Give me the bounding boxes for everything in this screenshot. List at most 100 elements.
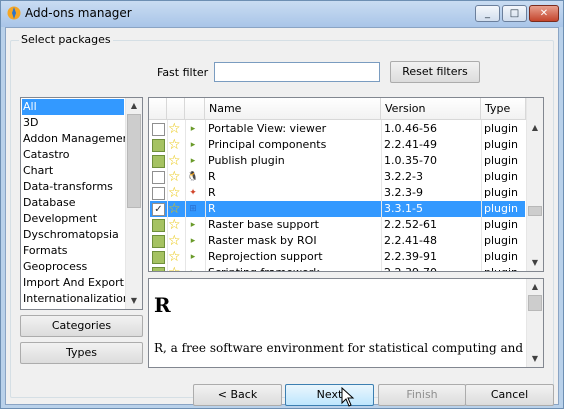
back-button[interactable]: < Back xyxy=(193,384,282,406)
category-item[interactable]: Geoprocess xyxy=(22,259,124,275)
cell-type: plugin xyxy=(484,186,519,199)
types-button[interactable]: Types xyxy=(20,342,143,364)
package-description: R R, a free software environment for sta… xyxy=(148,278,544,368)
fast-filter-input[interactable] xyxy=(214,62,380,82)
column-gridline xyxy=(205,120,206,271)
table-row[interactable]: ☆ ▸ Scripting framework2.2.39-70plugin xyxy=(150,265,527,271)
category-item[interactable]: Import And Export xyxy=(22,275,124,291)
cell-version: 3.2.3-9 xyxy=(384,186,423,199)
scroll-down-icon[interactable]: ▼ xyxy=(126,293,142,309)
package-checkbox[interactable] xyxy=(152,155,165,168)
reset-filters-button[interactable]: Reset filters xyxy=(390,61,480,83)
cancel-button[interactable]: Cancel xyxy=(465,384,554,406)
package-checkbox[interactable] xyxy=(152,219,165,232)
cell-version: 2.2.52-61 xyxy=(384,218,437,231)
description-scrollbar[interactable]: ▲ ▼ xyxy=(526,279,543,367)
status-column-header[interactable] xyxy=(185,98,205,120)
column-gridline xyxy=(167,120,168,271)
description-text: R, a free software environment for stati… xyxy=(154,341,524,355)
category-item[interactable]: All xyxy=(22,99,124,115)
column-gridline xyxy=(481,120,482,271)
mouse-cursor-icon xyxy=(341,387,355,407)
package-checkbox[interactable]: ✓ xyxy=(152,203,165,216)
plugin-status-icon: ▸ xyxy=(190,252,196,262)
scroll-down-icon[interactable]: ▼ xyxy=(527,255,543,271)
cell-type: plugin xyxy=(484,250,519,263)
scroll-down-icon[interactable]: ▼ xyxy=(527,351,543,367)
scroll-thumb[interactable] xyxy=(528,295,542,311)
cell-name: Raster mask by ROI xyxy=(208,234,317,247)
table-row[interactable]: ☆ ▸ Reprojection support 2.2.39-91 plugin xyxy=(150,249,525,265)
maximize-button[interactable]: □ xyxy=(502,5,527,22)
title-bar[interactable]: Add-ons manager _ □ ✕ xyxy=(1,1,563,27)
category-item[interactable]: Development xyxy=(22,211,124,227)
cell-name: R xyxy=(208,202,216,215)
description-title: R xyxy=(154,293,171,317)
cell-version: 3.2.2-3 xyxy=(384,170,423,183)
cell-version: 2.2.41-49 xyxy=(384,138,437,151)
checkbox-column-header[interactable] xyxy=(149,98,167,120)
category-item[interactable]: Data-transforms xyxy=(22,179,124,195)
package-checkbox[interactable] xyxy=(152,187,165,200)
cell-type: plugin xyxy=(484,218,519,231)
category-item[interactable]: Database xyxy=(22,195,124,211)
package-checkbox[interactable] xyxy=(152,235,165,248)
column-gridline xyxy=(381,120,382,271)
cell-name: Portable View: viewer xyxy=(208,122,327,135)
table-row[interactable]: ✓ ☆ ⊞ R 3.3.1-5 plugin xyxy=(150,201,525,217)
app-icon xyxy=(7,6,21,20)
category-item[interactable]: Catastro xyxy=(22,147,124,163)
scroll-up-icon[interactable]: ▲ xyxy=(527,120,543,136)
category-item[interactable]: Dyschromatopsia xyxy=(22,227,124,243)
cell-version: 2.2.39-70 xyxy=(382,265,482,271)
table-row[interactable]: ☆ ▸ Publish plugin 1.0.35-70 plugin xyxy=(150,153,525,169)
packages-table[interactable]: Name Version Type ☆ ▸ Portable View: viewe… xyxy=(148,97,544,272)
cell-name: R xyxy=(208,186,216,199)
scroll-thumb[interactable] xyxy=(528,206,542,216)
categories-scrollbar[interactable]: ▲ ▼ xyxy=(125,98,142,309)
table-row[interactable]: ☆ ▸ Raster mask by ROI 2.2.41-48 plugin xyxy=(150,233,525,249)
scroll-thumb[interactable] xyxy=(127,114,141,208)
plugin-status-icon: ▸ xyxy=(190,236,196,246)
star-icon: ☆ xyxy=(168,233,181,249)
version-column-header[interactable]: Version xyxy=(381,98,481,120)
cell-name: Publish plugin xyxy=(208,154,285,167)
close-button[interactable]: ✕ xyxy=(529,5,559,22)
star-icon: ☆ xyxy=(168,185,181,201)
package-checkbox[interactable] xyxy=(152,171,165,184)
cell-type: plugin xyxy=(482,265,527,271)
scroll-up-icon[interactable]: ▲ xyxy=(126,98,142,114)
table-row[interactable]: ☆ ▸ Raster base support 2.2.52-61 plugin xyxy=(150,217,525,233)
categories-list[interactable]: All 3D Addon Management Catastro Chart Data-t… xyxy=(20,97,143,310)
categories-button[interactable]: Categories xyxy=(20,315,143,337)
package-checkbox[interactable] xyxy=(152,123,165,136)
next-button[interactable]: Next xyxy=(285,384,374,406)
table-row[interactable]: ☆ ▸ Portable View: viewer 1.0.46-56 plugin xyxy=(150,121,525,137)
table-row[interactable]: ☆ ▸ Principal components 2.2.41-49 plugin xyxy=(150,137,525,153)
package-checkbox[interactable] xyxy=(152,251,165,264)
star-icon: ☆ xyxy=(168,137,181,153)
category-item[interactable]: 3D xyxy=(22,115,124,131)
star-column-header[interactable] xyxy=(167,98,185,120)
packages-scrollbar[interactable]: ▲ ▼ xyxy=(526,98,543,271)
minimize-button[interactable]: _ xyxy=(475,5,500,22)
dialog-client-area: Select packages Fast filter Reset filter… xyxy=(5,27,559,406)
star-icon: ☆ xyxy=(168,169,181,185)
mac-icon: ✦ xyxy=(189,188,197,198)
category-item[interactable]: Internationalization xyxy=(22,291,130,307)
scroll-up-icon[interactable]: ▲ xyxy=(527,279,543,295)
name-column-header[interactable]: Name xyxy=(205,98,381,120)
close-icon: ✕ xyxy=(539,8,549,19)
star-icon: ☆ xyxy=(168,153,181,169)
table-row[interactable]: ☆ 🐧 R 3.2.2-3 plugin xyxy=(150,169,525,185)
package-checkbox[interactable] xyxy=(152,267,165,271)
category-item[interactable]: Formats xyxy=(22,243,124,259)
plugin-status-icon: ▸ xyxy=(190,220,196,230)
type-column-header[interactable]: Type xyxy=(481,98,526,120)
minimize-icon: _ xyxy=(485,8,490,19)
category-item[interactable]: Addon Management xyxy=(22,131,134,147)
package-checkbox[interactable] xyxy=(152,139,165,152)
category-item[interactable]: Chart xyxy=(22,163,124,179)
table-row[interactable]: ☆ ✦ R 3.2.3-9 plugin xyxy=(150,185,525,201)
addons-manager-window: Add-ons manager _ □ ✕ Select packages Fa… xyxy=(0,0,564,409)
